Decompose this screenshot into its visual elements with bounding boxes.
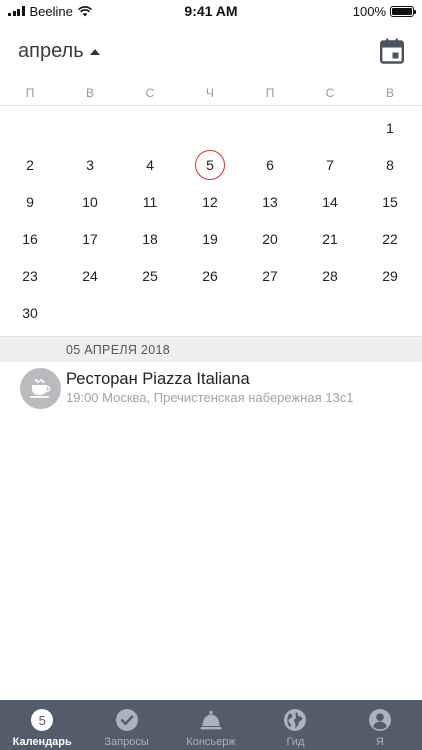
day-cell[interactable]: 7	[315, 150, 345, 180]
day-cell[interactable]: 20	[255, 224, 285, 254]
globe-icon	[284, 709, 307, 731]
weekday-label: С	[325, 86, 335, 100]
event-item[interactable]: Ресторан Piazza Italiana 19:00 Москва, П…	[0, 366, 422, 412]
day-cell[interactable]: 23	[15, 261, 45, 291]
day-cell[interactable]: 9	[15, 187, 45, 217]
carrier-name: Beeline	[29, 3, 73, 19]
day-cell[interactable]: 19	[195, 224, 225, 254]
events-date-label: 05 АПРЕЛЯ 2018	[66, 343, 170, 357]
day-cell[interactable]: 15	[375, 187, 405, 217]
event-subtitle: 19:00 Москва, Пречистенская набережная 1…	[66, 390, 354, 405]
day-cell[interactable]: 28	[315, 261, 345, 291]
month-selector[interactable]: апрель	[18, 40, 100, 63]
battery-percent: 100%	[352, 3, 386, 19]
status-bar: Beeline 9:41 AM 100%	[0, 0, 422, 22]
events-date-band: 05 АПРЕЛЯ 2018	[0, 336, 422, 362]
coffee-cup-icon	[20, 368, 61, 409]
day-cell[interactable]: 16	[15, 224, 45, 254]
calendar-icon[interactable]	[380, 38, 404, 64]
day-cell[interactable]: 13	[255, 187, 285, 217]
tab-label: Календарь	[12, 736, 72, 748]
wifi-icon	[77, 5, 92, 16]
tab-profile[interactable]: Я	[338, 700, 422, 750]
tab-label: Я	[375, 736, 384, 748]
month-label: апрель	[18, 40, 84, 62]
day-cell[interactable]: 1	[375, 113, 405, 143]
day-cell[interactable]: 30	[15, 298, 45, 328]
day-cell[interactable]: 24	[75, 261, 105, 291]
day-cell[interactable]: 18	[135, 224, 165, 254]
day-cell[interactable]: 4	[135, 150, 165, 180]
check-circle-icon	[115, 709, 138, 731]
day-cell[interactable]: 17	[75, 224, 105, 254]
day-cell[interactable]: 3	[75, 150, 105, 180]
weekday-label: П	[265, 86, 275, 100]
status-right: 100%	[352, 3, 416, 19]
calendar-header: апрель	[0, 36, 422, 70]
tab-calendar[interactable]: 5 Календарь	[0, 700, 84, 750]
day-cell[interactable]: 14	[315, 187, 345, 217]
weekday-label: С	[145, 86, 155, 100]
battery-icon	[390, 5, 416, 17]
day-cell[interactable]: 10	[75, 187, 105, 217]
calendar-badge-icon: 5	[31, 709, 54, 731]
caret-up-icon	[89, 48, 100, 55]
weekday-header: ПВСЧПСВ	[0, 86, 422, 104]
tab-requests[interactable]: Запросы	[84, 700, 168, 750]
service-bell-icon	[200, 710, 222, 730]
day-cell[interactable]: 29	[375, 261, 405, 291]
day-cell[interactable]: 25	[135, 261, 165, 291]
day-cell[interactable]: 12	[195, 187, 225, 217]
day-cell[interactable]: 27	[255, 261, 285, 291]
day-cell[interactable]: 26	[195, 261, 225, 291]
day-cell[interactable]: 11	[135, 187, 165, 217]
tab-label: Консьерж	[186, 736, 236, 748]
tab-concierge[interactable]: Консьерж	[169, 700, 253, 750]
weekday-label: В	[85, 86, 94, 100]
event-title: Ресторан Piazza Italiana	[66, 370, 250, 388]
weekday-label: Ч	[206, 86, 214, 100]
status-left: Beeline	[8, 4, 92, 19]
weekday-label: В	[385, 86, 394, 100]
day-cell[interactable]: 8	[375, 150, 405, 180]
day-cell[interactable]: 22	[375, 224, 405, 254]
day-cell-today[interactable]: 5	[195, 150, 225, 180]
profile-icon	[368, 709, 391, 731]
tab-label: Запросы	[104, 736, 149, 748]
tab-guide[interactable]: Гид	[253, 700, 337, 750]
calendar-grid: 1 2 3 4 5 6 7 8 9 10 11 12 13 14 15 16 17 18 19 20 21 22 23 24 2…	[0, 110, 422, 336]
tab-bar: 5 Календарь Запросы Консьерж Гид Я	[0, 700, 422, 750]
day-cell[interactable]: 2	[15, 150, 45, 180]
divider	[0, 105, 422, 106]
weekday-label: П	[25, 86, 35, 100]
tab-label: Гид	[286, 736, 305, 748]
day-cell[interactable]: 21	[315, 224, 345, 254]
signal-icon	[8, 6, 25, 16]
day-cell[interactable]: 6	[255, 150, 285, 180]
